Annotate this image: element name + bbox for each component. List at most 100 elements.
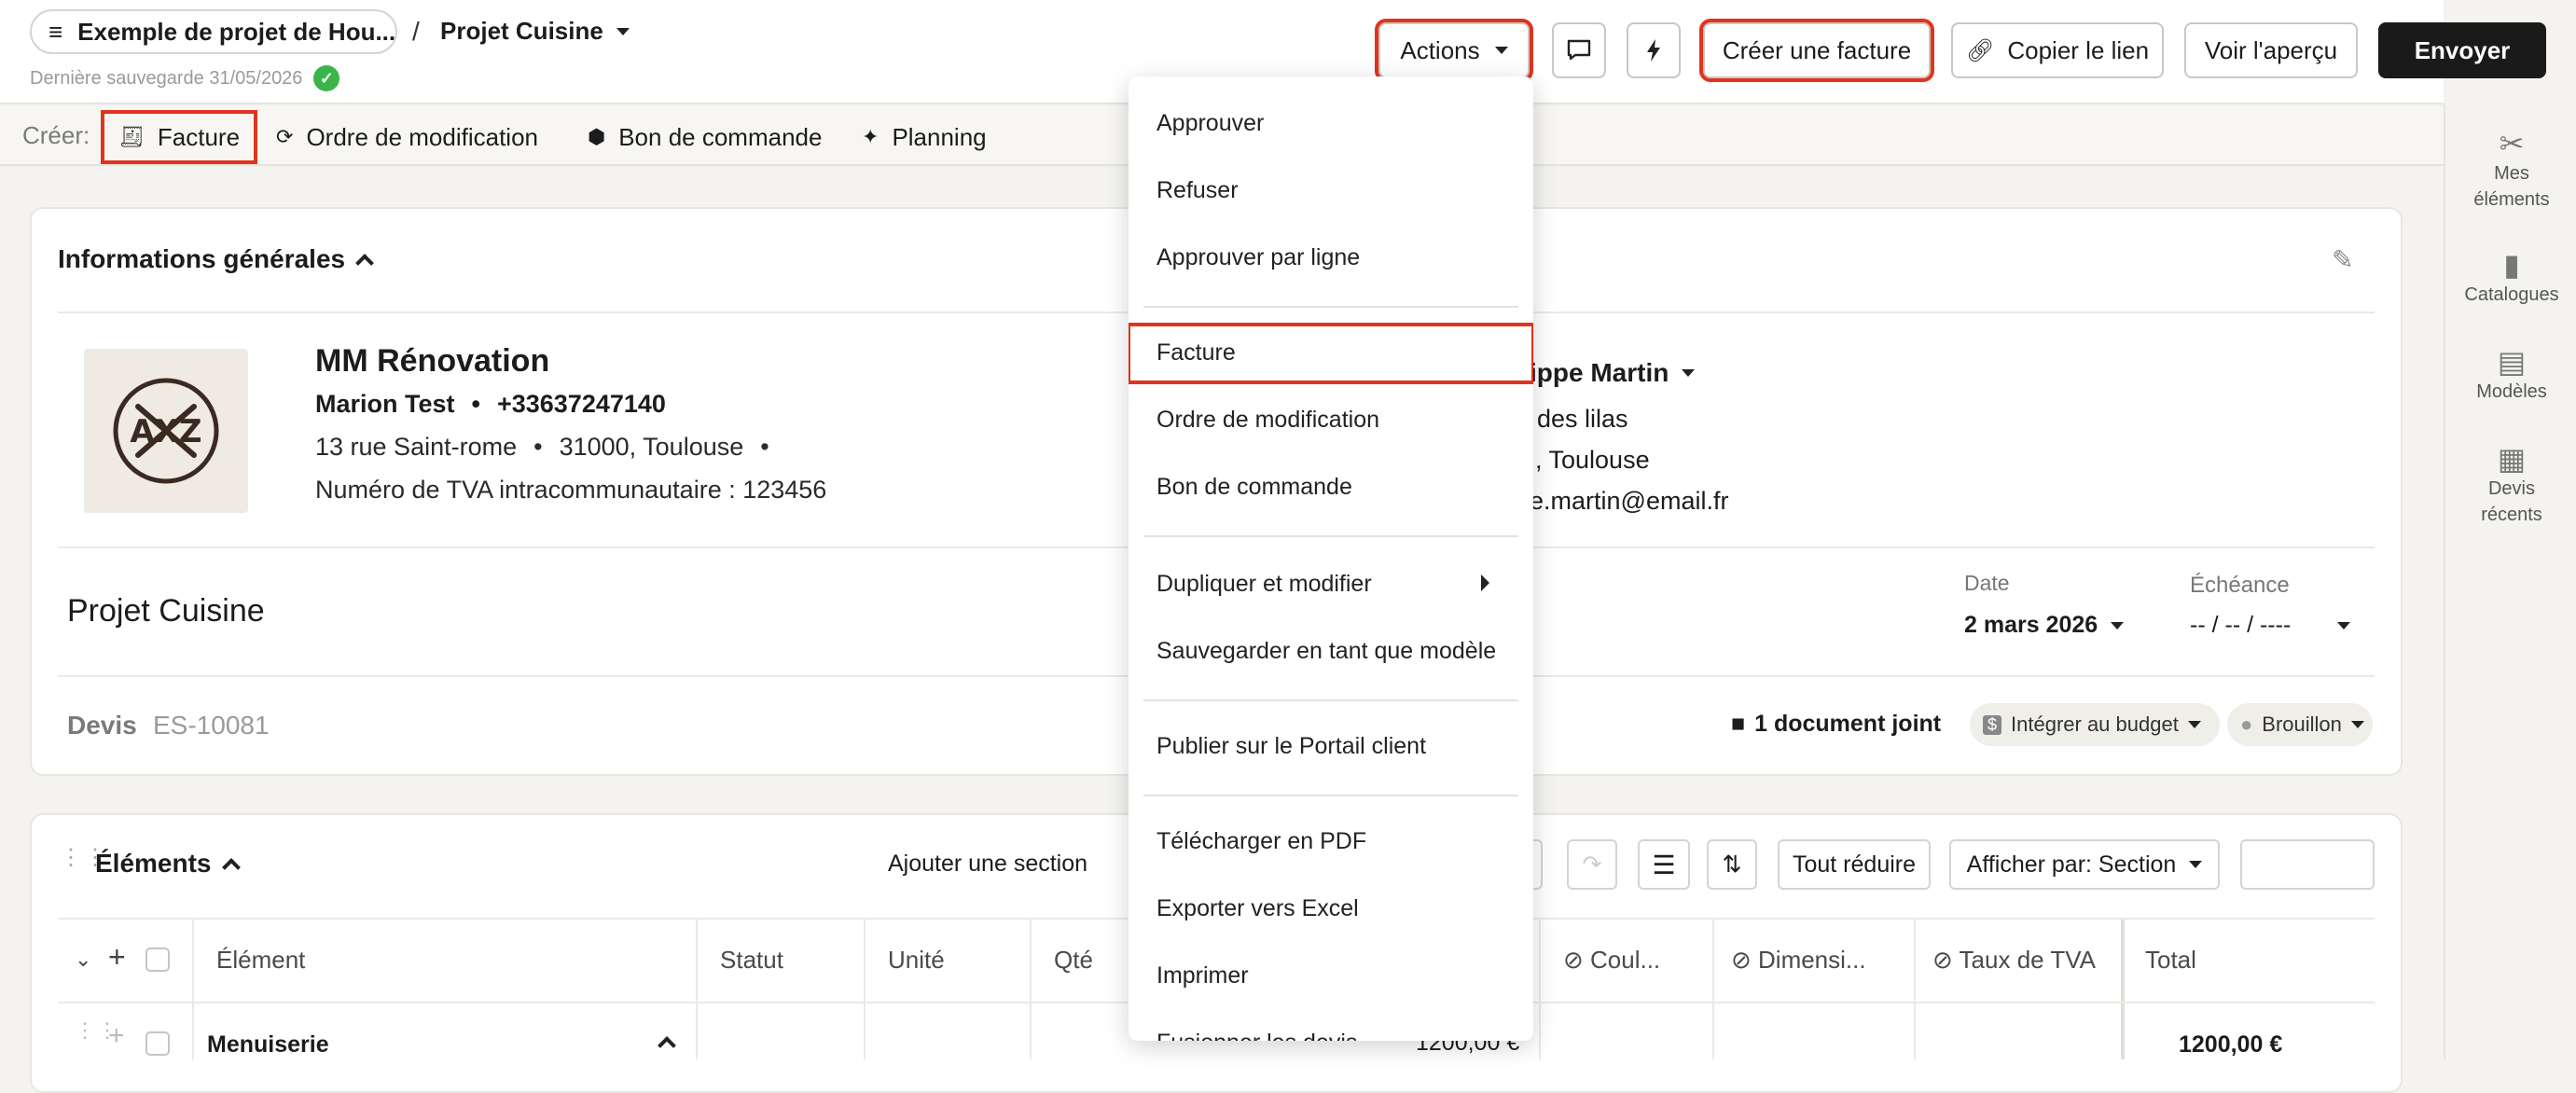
col-divider [1030,920,1032,1059]
rail-item-my-elements[interactable]: ✂ Mes éléments [2445,129,2576,213]
column-header-qty[interactable]: Qté [1054,946,1093,975]
send-button[interactable]: Envoyer [2378,22,2546,78]
send-label: Envoyer [2414,35,2511,64]
sort-button[interactable]: ⇅ [1707,839,1757,890]
status-dot-icon: ● [2240,713,2253,736]
menu-item-invoice[interactable]: Facture [1156,339,1236,367]
add-section-button[interactable]: Ajouter une section [888,851,1087,878]
redo-button[interactable]: ↷ [1567,839,1617,890]
due-date-picker[interactable]: -- / -- / ---- [2190,612,2350,639]
due-value: -- / -- / ---- [2190,612,2292,638]
menu-item-refuse[interactable]: Refuser [1156,177,1239,204]
rail-item-templates[interactable]: ▤ Modèles [2445,347,2576,405]
create-purchase-order-label: Bon de commande [618,122,823,151]
collapse-all-button[interactable]: Tout réduire [1778,839,1931,890]
menu-item-save-template[interactable]: Sauvegarder en tant que modèle [1156,638,1496,665]
company-name: MM Rénovation [315,343,550,379]
company-logo: AXZ [84,349,248,513]
preview-label: Voir l'aperçu [2204,35,2338,64]
project-selector[interactable]: ≡ Exemple de projet de Hou... [30,9,397,54]
create-purchase-order-shortcut[interactable]: ⬢ Bon de commande [588,114,822,160]
column-header-vat[interactable]: ⊘ Taux de TVA [1932,946,2096,975]
edit-icon[interactable]: ✎ [2332,244,2353,275]
menu-item-export-excel[interactable]: Exporter vers Excel [1156,895,1359,922]
status-chip[interactable]: ● Brouillon [2227,703,2373,746]
date-value: 2 mars 2026 [1964,612,2098,638]
section-row-name[interactable]: Menuiserie [207,1031,329,1058]
calculator-icon: ▦ [2497,442,2527,476]
lightning-icon [1647,39,1660,62]
book-icon: ▮ [2503,248,2520,282]
client-name: ippe Martin [1530,358,1669,387]
comment-icon [1567,39,1591,61]
company-vat: Numéro de TVA intracommunautaire : 12345… [315,476,827,504]
col-divider [1712,920,1714,1059]
company-logo-mark: AXZ [113,378,219,484]
rail-item-catalogs[interactable]: ▮ Catalogues [2445,248,2576,308]
add-row-icon[interactable]: + [108,1020,125,1052]
budget-chip[interactable]: $ Intégrer au budget [1970,703,2220,746]
menu-item-duplicate-edit[interactable]: Dupliquer et modifier [1156,571,1372,598]
rail-label: Devis récents [2481,478,2542,525]
add-row-icon[interactable]: + [108,940,126,975]
lightning-button[interactable] [1627,22,1681,78]
general-info-header[interactable]: Informations générales [58,244,374,274]
column-label: Taux de TVA [1959,946,2096,974]
create-invoice-shortcut[interactable]: 🧾︎ Facture [101,110,257,164]
rail-item-recent-quotes[interactable]: ▦ Devis récents [2445,442,2576,528]
create-change-order-shortcut[interactable]: ⟳ Ordre de modification [276,114,538,160]
elements-header[interactable]: Éléments [95,849,241,879]
menu-item-purchase-order[interactable]: Bon de commande [1156,474,1352,501]
menu-item-change-order[interactable]: Ordre de modification [1156,407,1379,434]
invoice-icon: 🧾︎ [118,125,145,148]
chevron-down-icon [1494,47,1508,54]
company-address: 13 rue Saint-rome • 31000, Toulouse • [315,433,769,462]
column-header-unit[interactable]: Unité [888,946,945,975]
create-planning-shortcut[interactable]: ✦ Planning [862,114,987,160]
chevron-down-icon [2337,621,2350,630]
menu-item-merge-quotes[interactable]: Fusionner les devis [1156,1030,1357,1041]
breadcrumb-label: Projet Cuisine [440,17,603,45]
attachments-label: 1 document joint [1754,711,1942,737]
doc-number[interactable]: ES-10081 [153,711,270,740]
column-header-element[interactable]: Élément [216,946,305,975]
sparkle-icon: ✦ [862,125,879,148]
menu-item-print[interactable]: Imprimer [1156,962,1249,989]
column-header-color[interactable]: ⊘ Coul... [1563,946,1660,975]
select-all-checkbox[interactable] [145,948,170,972]
date-picker[interactable]: 2 mars 2026 [1964,612,2125,639]
menu-item-publish-portal[interactable]: Publier sur le Portail client [1156,733,1426,760]
col-divider [696,920,698,1059]
column-header-total[interactable]: Total [2145,946,2196,975]
menu-separator [1143,306,1518,308]
expand-all-icon[interactable]: ⌄ [75,948,91,972]
row-total: 1200,00 € [2179,1031,2283,1058]
row-checkbox[interactable] [145,1031,170,1056]
right-rail: ✂ Mes éléments ▮ Catalogues ▤ Modèles ▦ … [2444,104,2576,1059]
preview-button[interactable]: Voir l'aperçu [2184,22,2358,78]
actions-button[interactable]: Actions [1375,19,1533,82]
breadcrumb-current[interactable]: Projet Cuisine [440,17,630,46]
chevron-down-icon [2350,721,2364,728]
street: 13 rue Saint-rome [315,433,518,461]
menu-item-download-pdf[interactable]: Télécharger en PDF [1156,828,1366,855]
column-header-status[interactable]: Statut [720,946,783,975]
display-by-select[interactable]: Afficher par: Section [1949,839,2220,890]
chevron-down-icon [2111,621,2125,630]
attachments-link[interactable]: ■ 1 document joint [1731,711,1941,738]
menu-item-approve[interactable]: Approuver [1156,110,1264,137]
menu-separator [1143,535,1518,537]
client-selector[interactable]: ippe Martin [1530,358,1696,388]
rail-label: Catalogues [2464,284,2559,305]
column-header-dimensions[interactable]: ⊘ Dimensi... [1731,946,1866,975]
create-invoice-button[interactable]: Créer une facture [1699,19,1934,82]
column-label: Coul... [1590,946,1661,974]
comment-button[interactable] [1552,22,1606,78]
row-height-button[interactable]: ☰ [1638,839,1690,890]
copy-link-button[interactable]: 🔗︎ Copier le lien [1951,22,2164,78]
menu-item-approve-by-line[interactable]: Approuver par ligne [1156,244,1360,271]
create-element-button[interactable]: Créer [2240,839,2375,890]
redo-icon: ↷ [1582,851,1602,878]
project-title[interactable]: Projet Cuisine [67,593,265,630]
general-info-title: Informations générales [58,244,346,273]
